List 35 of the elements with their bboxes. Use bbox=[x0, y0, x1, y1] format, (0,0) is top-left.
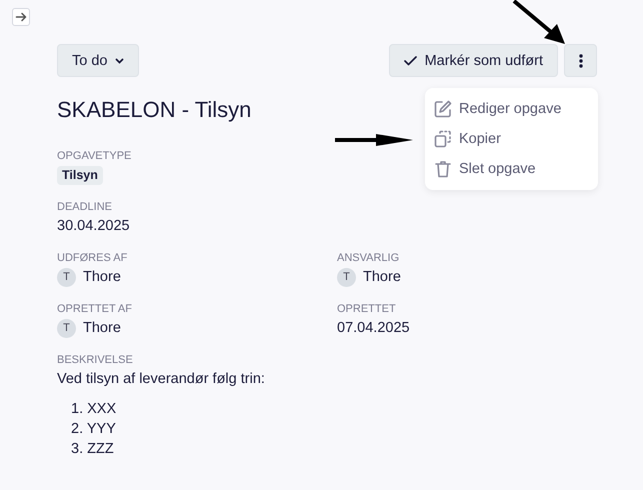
menu-item[interactable]: Slet opgave bbox=[425, 154, 598, 184]
avatar: T bbox=[337, 268, 356, 286]
description-text: Ved tilsyn af leverandør følg trin: bbox=[57, 370, 265, 389]
trash-icon bbox=[433, 159, 453, 179]
list-item: 3. ZZZ bbox=[71, 440, 115, 459]
field-label: DEADLINE bbox=[57, 200, 112, 214]
complete-button[interactable]: Markér som udført bbox=[388, 44, 558, 77]
more-vertical-icon bbox=[578, 54, 582, 68]
task-title: SKABELON - Tilsyn bbox=[57, 97, 252, 123]
menu-item[interactable]: Kopier bbox=[425, 124, 598, 154]
chevron-down-icon bbox=[115, 58, 124, 64]
field-label: OPRETTET bbox=[337, 302, 396, 316]
more-button[interactable] bbox=[564, 44, 597, 77]
person-name: Thore bbox=[83, 268, 121, 287]
type-tag: Tilsyn bbox=[57, 166, 103, 185]
list-item: 2. YYY bbox=[71, 420, 116, 439]
avatar: T bbox=[57, 268, 76, 286]
field-value: 07.04.2025 bbox=[337, 319, 410, 338]
status-dropdown[interactable]: To do bbox=[57, 44, 140, 77]
field-label: BESKRIVELSE bbox=[57, 353, 133, 367]
check-icon bbox=[404, 56, 417, 66]
person-name: Thore bbox=[363, 268, 401, 287]
field-label: OPRETTET AF bbox=[57, 302, 132, 316]
menu-item[interactable]: Rediger opgave bbox=[425, 94, 598, 124]
avatar: T bbox=[57, 318, 76, 338]
field-label: OPGAVETYPE bbox=[57, 149, 132, 163]
copy-icon bbox=[433, 129, 453, 149]
field-label: ANSVARLIG bbox=[337, 251, 400, 265]
expand-icon[interactable] bbox=[12, 8, 30, 26]
field-label: UDFØRES AF bbox=[57, 251, 128, 265]
edit-icon bbox=[433, 99, 453, 119]
field-value: 30.04.2025 bbox=[57, 217, 130, 236]
annotation-arrow bbox=[512, 0, 565, 44]
person-name: Thore bbox=[83, 319, 121, 338]
list-item: 1. XXX bbox=[71, 400, 116, 419]
